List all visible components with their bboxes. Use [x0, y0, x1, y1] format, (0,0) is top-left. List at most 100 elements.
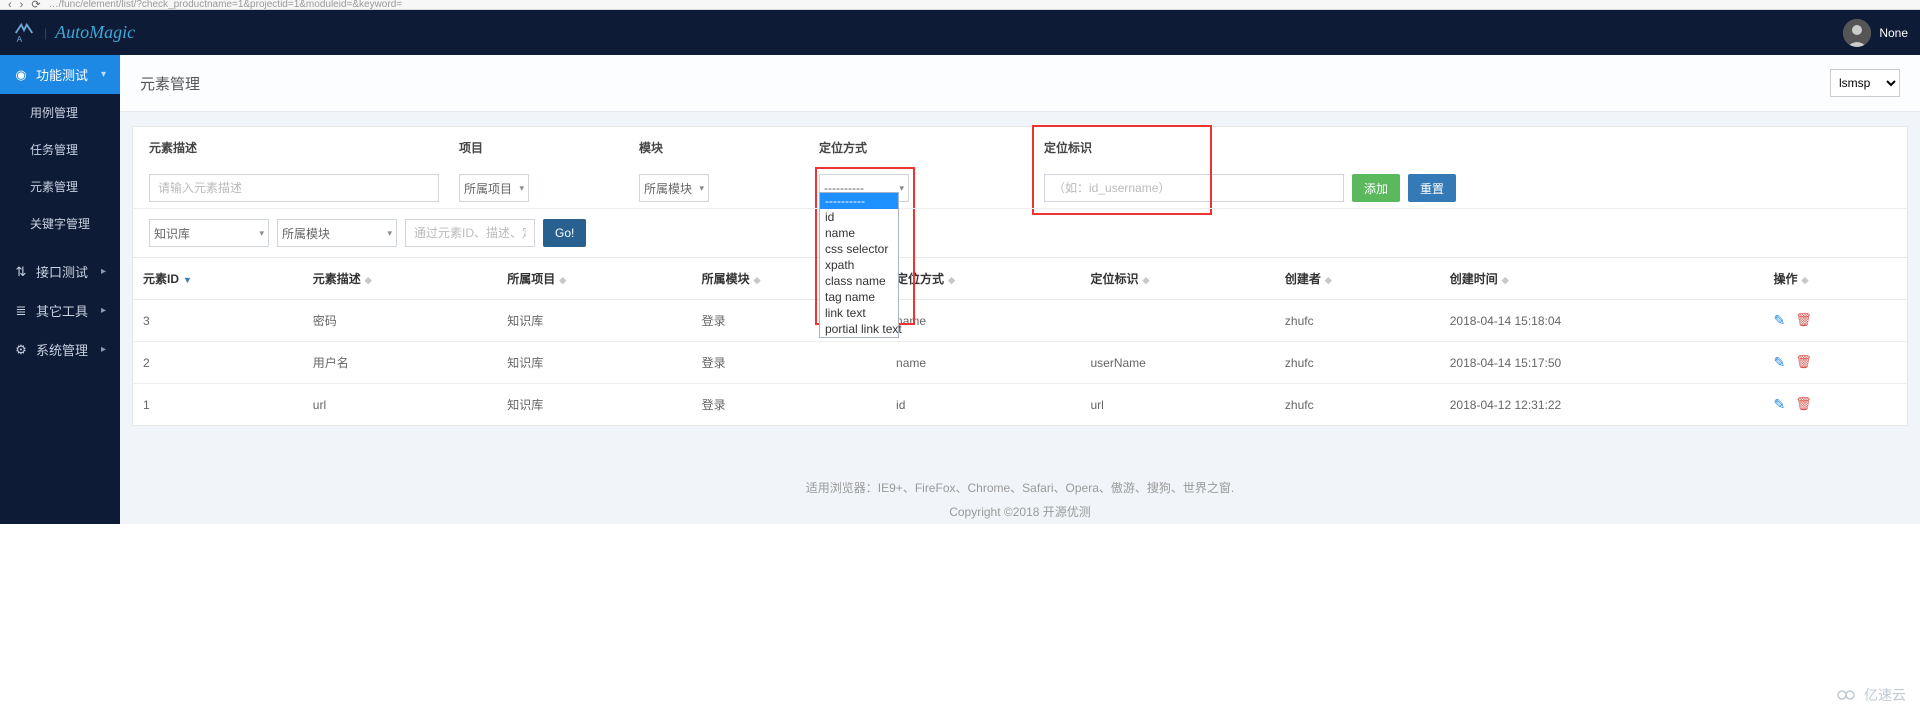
sidebar-item-task[interactable]: 任务管理	[0, 131, 120, 168]
filter-ident-label: 定位标识	[1044, 139, 1891, 156]
cell-module: 登录	[692, 342, 886, 384]
delete-icon[interactable]: 🗑	[1795, 354, 1812, 371]
sidebar-item-keyword[interactable]: 关键字管理	[0, 205, 120, 242]
gauge-icon: ◉	[14, 68, 28, 82]
table-row: 1 url 知识库 登录 id url zhufc 2018-04-12 12:…	[133, 384, 1907, 426]
sort-icon: ◆	[365, 275, 372, 285]
filter-module-label: 模块	[639, 139, 819, 156]
delete-icon[interactable]: 🗑	[1795, 396, 1812, 413]
sidebar-item-system[interactable]: ⚙ 系统管理 ▸	[0, 330, 120, 369]
dropdown-option[interactable]: name	[820, 225, 898, 241]
col-ident[interactable]: 定位标识◆	[1080, 258, 1274, 300]
top-project-select[interactable]: lsmsp	[1830, 69, 1900, 97]
sidebar-item-functional-test[interactable]: ◉ 功能测试 ▾	[0, 55, 120, 94]
elements-table: 元素ID▼ 元素描述◆ 所属项目◆ 所属模块◆ 定位方式◆ 定位标识◆ 创建者◆…	[133, 257, 1907, 425]
sidebar-item-label: 功能测试	[36, 65, 88, 84]
sidebar-item-label: 元素管理	[30, 178, 78, 195]
sidebar-item-api-test[interactable]: ⇅ 接口测试 ▸	[0, 252, 120, 291]
cell-project: 知识库	[497, 384, 691, 426]
cell-project: 知识库	[497, 300, 691, 342]
svg-text:A: A	[17, 35, 23, 44]
caret-down-icon: ▾	[387, 228, 392, 239]
url-fragment: …/func/element/list/?check_productname=1…	[49, 0, 403, 10]
cell-ident: url	[1080, 384, 1274, 426]
sidebar-item-label: 关键字管理	[30, 215, 90, 232]
sidebar-item-element[interactable]: 元素管理	[0, 168, 120, 205]
filter-project-select[interactable]: 所属项目▾	[459, 174, 529, 202]
dropdown-option[interactable]: css selector	[820, 241, 898, 257]
sidebar-item-label: 任务管理	[30, 141, 78, 158]
nav-fwd-icon[interactable]: ›	[20, 0, 24, 10]
cell-id: 1	[133, 384, 303, 426]
top-header: A | AutoMagic None	[0, 10, 1920, 55]
dropdown-option[interactable]: id	[820, 209, 898, 225]
sidebar: ◉ 功能测试 ▾ 用例管理 任务管理 元素管理 关键字管理 ⇅ 接口测试 ▸ ≣…	[0, 55, 120, 524]
cell-ctime: 2018-04-14 15:18:04	[1440, 300, 1764, 342]
col-desc[interactable]: 元素描述◆	[303, 258, 497, 300]
chevron-right-icon: ▸	[101, 344, 106, 355]
col-creator[interactable]: 创建者◆	[1275, 258, 1440, 300]
sort-icon: ◆	[1325, 275, 1332, 285]
cell-desc: url	[303, 384, 497, 426]
chevron-down-icon: ▾	[101, 69, 106, 80]
chevron-right-icon: ▸	[101, 266, 106, 277]
edit-icon[interactable]: ✎	[1773, 396, 1785, 413]
dropdown-option[interactable]: portial link text	[820, 321, 898, 337]
sort-icon: ◆	[754, 275, 761, 285]
col-locate[interactable]: 定位方式◆	[886, 258, 1080, 300]
edit-icon[interactable]: ✎	[1773, 354, 1785, 371]
cell-ctime: 2018-04-14 15:17:50	[1440, 342, 1764, 384]
reset-button[interactable]: 重置	[1408, 174, 1456, 202]
dropdown-option[interactable]: link text	[820, 305, 898, 321]
cell-ident: userName	[1080, 342, 1274, 384]
filter-desc-label: 元素描述	[149, 139, 459, 156]
watermark: 亿速云	[1836, 685, 1906, 705]
sidebar-item-usecase[interactable]: 用例管理	[0, 94, 120, 131]
footer: 适用浏览器：IE9+、FireFox、Chrome、Safari、Opera、傲…	[120, 476, 1920, 524]
sidebar-item-label: 接口测试	[36, 262, 88, 281]
sort-icon: ◆	[1142, 275, 1149, 285]
reload-icon[interactable]: ⟳	[31, 0, 40, 10]
search-module-select[interactable]: 所属模块▾	[277, 219, 397, 247]
avatar[interactable]	[1843, 19, 1871, 47]
brand-text: AutoMagic	[55, 22, 135, 43]
dropdown-option[interactable]: xpath	[820, 257, 898, 273]
sort-icon: ◆	[1502, 275, 1509, 285]
col-id[interactable]: 元素ID▼	[133, 258, 303, 300]
delete-icon[interactable]: 🗑	[1795, 312, 1812, 329]
dropdown-option[interactable]: tag name	[820, 289, 898, 305]
chevron-right-icon: ▸	[101, 305, 106, 316]
cell-id: 2	[133, 342, 303, 384]
dropdown-option[interactable]: ----------	[820, 193, 898, 209]
cell-desc: 密码	[303, 300, 497, 342]
table-row: 2 用户名 知识库 登录 name userName zhufc 2018-04…	[133, 342, 1907, 384]
filter-desc-input[interactable]	[149, 174, 439, 202]
cell-ident	[1080, 300, 1274, 342]
add-button[interactable]: 添加	[1352, 174, 1400, 202]
cell-locate: id	[886, 384, 1080, 426]
sort-icon: ◆	[948, 275, 955, 285]
search-project-select[interactable]: 知识库▾	[149, 219, 269, 247]
col-project[interactable]: 所属项目◆	[497, 258, 691, 300]
username[interactable]: None	[1879, 26, 1908, 40]
cell-locate: name	[886, 300, 1080, 342]
go-button[interactable]: Go!	[543, 219, 586, 247]
stack-icon: ≣	[14, 304, 28, 318]
sidebar-item-label: 其它工具	[36, 301, 88, 320]
table-row: 3 密码 知识库 登录 name zhufc 2018-04-14 15:18:…	[133, 300, 1907, 342]
cell-project: 知识库	[497, 342, 691, 384]
caret-down-icon: ▾	[899, 183, 904, 194]
nav-back-icon[interactable]: ‹	[8, 0, 12, 10]
sidebar-item-other-tools[interactable]: ≣ 其它工具 ▸	[0, 291, 120, 330]
footer-line1: 适用浏览器：IE9+、FireFox、Chrome、Safari、Opera、傲…	[120, 476, 1920, 500]
footer-line2: Copyright ©2018 开源优测	[120, 500, 1920, 524]
col-ctime[interactable]: 创建时间◆	[1440, 258, 1764, 300]
cell-locate: name	[886, 342, 1080, 384]
filter-ident-input[interactable]	[1044, 174, 1344, 202]
cell-module: 登录	[692, 384, 886, 426]
edit-icon[interactable]: ✎	[1773, 312, 1785, 329]
filter-module-select[interactable]: 所属模块▾	[639, 174, 709, 202]
locate-dropdown-list[interactable]: ---------- id name css selector xpath cl…	[819, 192, 899, 338]
search-input[interactable]	[405, 219, 535, 247]
dropdown-option[interactable]: class name	[820, 273, 898, 289]
